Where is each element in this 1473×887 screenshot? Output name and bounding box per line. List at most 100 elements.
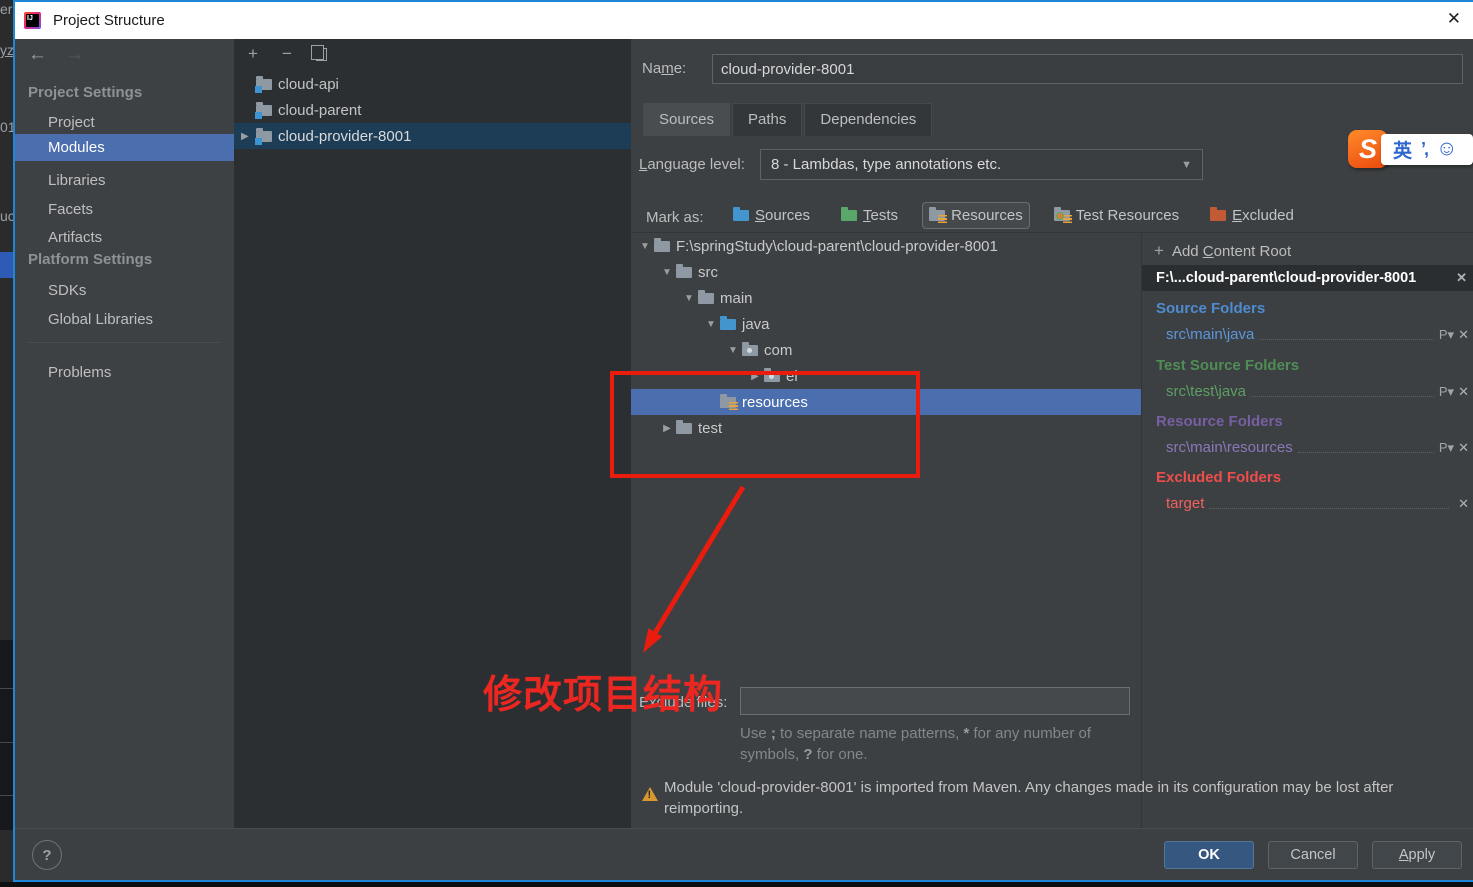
- tree-row-main[interactable]: ▼ main: [631, 285, 1141, 311]
- remove-folder-icon[interactable]: ✕: [1458, 440, 1469, 456]
- test-source-folder-item[interactable]: src\test\java P▾ ✕: [1166, 378, 1469, 400]
- copy-module-icon[interactable]: [312, 45, 330, 63]
- tree-row-root[interactable]: ▼ F:\springStudy\cloud-parent\cloud-prov…: [631, 233, 1141, 259]
- sidebar-item-artifacts[interactable]: Artifacts: [15, 224, 234, 251]
- collapsed-arrow-icon[interactable]: ▶: [746, 371, 764, 382]
- forward-arrow-icon[interactable]: →: [65, 44, 102, 65]
- detail-tabs: Sources Paths Dependencies: [643, 103, 934, 136]
- project-structure-dialog: Project Structure ✕ ←→ Project Settings …: [13, 0, 1473, 882]
- module-row-cloud-provider-8001[interactable]: ▶ cloud-provider-8001: [234, 123, 631, 149]
- remove-folder-icon[interactable]: ✕: [1458, 327, 1469, 343]
- folder-path: src\test\java: [1166, 383, 1246, 400]
- edit-properties-icon[interactable]: P▾: [1439, 440, 1454, 456]
- mark-sources-button[interactable]: Sources: [726, 202, 817, 229]
- tree-row-com[interactable]: ▼ com: [631, 337, 1141, 363]
- bg-text-fragment: er: [0, 1, 12, 17]
- content-root-row[interactable]: F:\...cloud-parent\cloud-provider-8001 ✕: [1142, 265, 1473, 291]
- ime-punctuation-icon[interactable]: ’,: [1421, 139, 1427, 160]
- platform-settings-header: Platform Settings: [28, 251, 152, 268]
- excluded-folder-icon: [1210, 210, 1226, 221]
- tree-row-test[interactable]: ▶ test: [631, 415, 1141, 441]
- module-name: cloud-api: [278, 76, 339, 93]
- ime-emoji-icon[interactable]: ☺: [1436, 137, 1457, 161]
- intellij-logo-icon: [24, 12, 41, 29]
- close-icon[interactable]: ✕: [1447, 9, 1461, 29]
- module-row-cloud-parent[interactable]: cloud-parent: [234, 97, 631, 123]
- expanded-arrow-icon[interactable]: ▼: [724, 345, 742, 356]
- folder-icon: [654, 241, 670, 252]
- sidebar-item-problems[interactable]: Problems: [15, 359, 234, 386]
- mark-excluded-button[interactable]: Excluded: [1203, 202, 1301, 229]
- mark-resources-button[interactable]: Resources: [922, 202, 1030, 229]
- tree-label: el: [786, 368, 798, 385]
- add-content-root-button[interactable]: + Add Content Root: [1154, 241, 1291, 261]
- expanded-arrow-icon[interactable]: ▼: [702, 319, 720, 330]
- module-name: cloud-provider-8001: [278, 128, 411, 145]
- ime-status-pill: 英 ’, ☺: [1381, 134, 1473, 165]
- plus-icon: +: [1154, 241, 1164, 261]
- remove-folder-icon[interactable]: ✕: [1458, 496, 1469, 512]
- language-level-select[interactable]: 8 - Lambdas, type annotations etc. ▼: [760, 149, 1203, 180]
- collapse-arrow-icon[interactable]: ▶: [234, 131, 256, 142]
- mark-tests-button[interactable]: Tests: [834, 202, 905, 229]
- folders-panel: + Add Content Root F:\...cloud-parent\cl…: [1142, 232, 1473, 828]
- mark-label: Resources: [951, 207, 1023, 224]
- mark-label: Test Resources: [1076, 207, 1179, 224]
- remove-folder-icon[interactable]: ✕: [1458, 384, 1469, 400]
- maven-warning-text: Module 'cloud-provider-8001' is imported…: [664, 777, 1464, 819]
- help-button[interactable]: ?: [32, 840, 62, 870]
- sidebar-item-modules[interactable]: Modules: [15, 134, 234, 161]
- dialog-title: Project Structure: [53, 12, 165, 29]
- tab-dependencies[interactable]: Dependencies: [804, 103, 932, 136]
- sidebar-divider: [28, 342, 220, 343]
- exclude-files-input[interactable]: [740, 687, 1130, 715]
- module-name-input[interactable]: [712, 54, 1463, 84]
- bg-text-fragment: 01: [0, 119, 13, 135]
- dialog-footer: ? OK Cancel Apply: [15, 828, 1473, 880]
- expanded-arrow-icon[interactable]: ▼: [680, 293, 698, 304]
- content-root-tree: ▼ F:\springStudy\cloud-parent\cloud-prov…: [631, 233, 1141, 441]
- excluded-folder-item[interactable]: target ✕: [1166, 490, 1469, 512]
- module-row-cloud-api[interactable]: cloud-api: [234, 71, 631, 97]
- edit-properties-icon[interactable]: P▾: [1439, 327, 1454, 343]
- sidebar-item-libraries[interactable]: Libraries: [15, 167, 234, 194]
- resource-folder-item[interactable]: src\main\resources P▾ ✕: [1166, 434, 1469, 456]
- module-list-pane: + − cloud-api cloud-parent ▶ cloud-provi…: [234, 39, 631, 828]
- sidebar-item-global-libraries[interactable]: Global Libraries: [15, 306, 234, 333]
- mark-test-resources-button[interactable]: Test Resources: [1047, 202, 1186, 229]
- sidebar-item-facets[interactable]: Facets: [15, 196, 234, 223]
- expanded-arrow-icon[interactable]: ▼: [636, 241, 654, 252]
- module-folder-icon: [256, 105, 272, 116]
- tab-sources[interactable]: Sources: [643, 103, 730, 136]
- source-folder-icon: [720, 319, 736, 330]
- add-module-button[interactable]: +: [244, 45, 262, 63]
- module-toolbar: + −: [244, 45, 330, 63]
- name-label: Name:: [642, 60, 686, 77]
- tree-row-src[interactable]: ▼ src: [631, 259, 1141, 285]
- tree-row-java[interactable]: ▼ java: [631, 311, 1141, 337]
- sidebar-item-project[interactable]: Project: [15, 109, 234, 136]
- back-arrow-icon[interactable]: ←: [28, 44, 65, 65]
- remove-module-button[interactable]: −: [278, 45, 296, 63]
- exclude-files-hint: Use ; to separate name patterns, * for a…: [740, 723, 1148, 765]
- tree-row-el[interactable]: ▶ el: [631, 363, 1141, 389]
- tree-row-resources[interactable]: resources: [631, 389, 1141, 415]
- test-source-folders-header: Test Source Folders: [1156, 357, 1299, 374]
- bg-text-fragment: yz: [0, 42, 13, 58]
- source-folder-item[interactable]: src\main\java P▾ ✕: [1166, 321, 1469, 343]
- ok-button[interactable]: OK: [1164, 841, 1254, 869]
- settings-sidebar: ←→ Project Settings Project Modules Libr…: [15, 39, 234, 828]
- ime-language-toggle[interactable]: 英: [1393, 136, 1412, 163]
- cancel-button[interactable]: Cancel: [1268, 841, 1358, 869]
- folder-icon: [676, 267, 692, 278]
- sogou-ime-bar: S 英 ’, ☺: [1348, 130, 1473, 168]
- remove-content-root-icon[interactable]: ✕: [1456, 270, 1467, 286]
- package-icon: [764, 371, 780, 382]
- tree-label: java: [742, 316, 770, 333]
- collapsed-arrow-icon[interactable]: ▶: [658, 423, 676, 434]
- edit-properties-icon[interactable]: P▾: [1439, 384, 1454, 400]
- tab-paths[interactable]: Paths: [732, 103, 802, 136]
- sidebar-item-sdks[interactable]: SDKs: [15, 277, 234, 304]
- expanded-arrow-icon[interactable]: ▼: [658, 267, 676, 278]
- apply-button[interactable]: Apply: [1372, 841, 1462, 869]
